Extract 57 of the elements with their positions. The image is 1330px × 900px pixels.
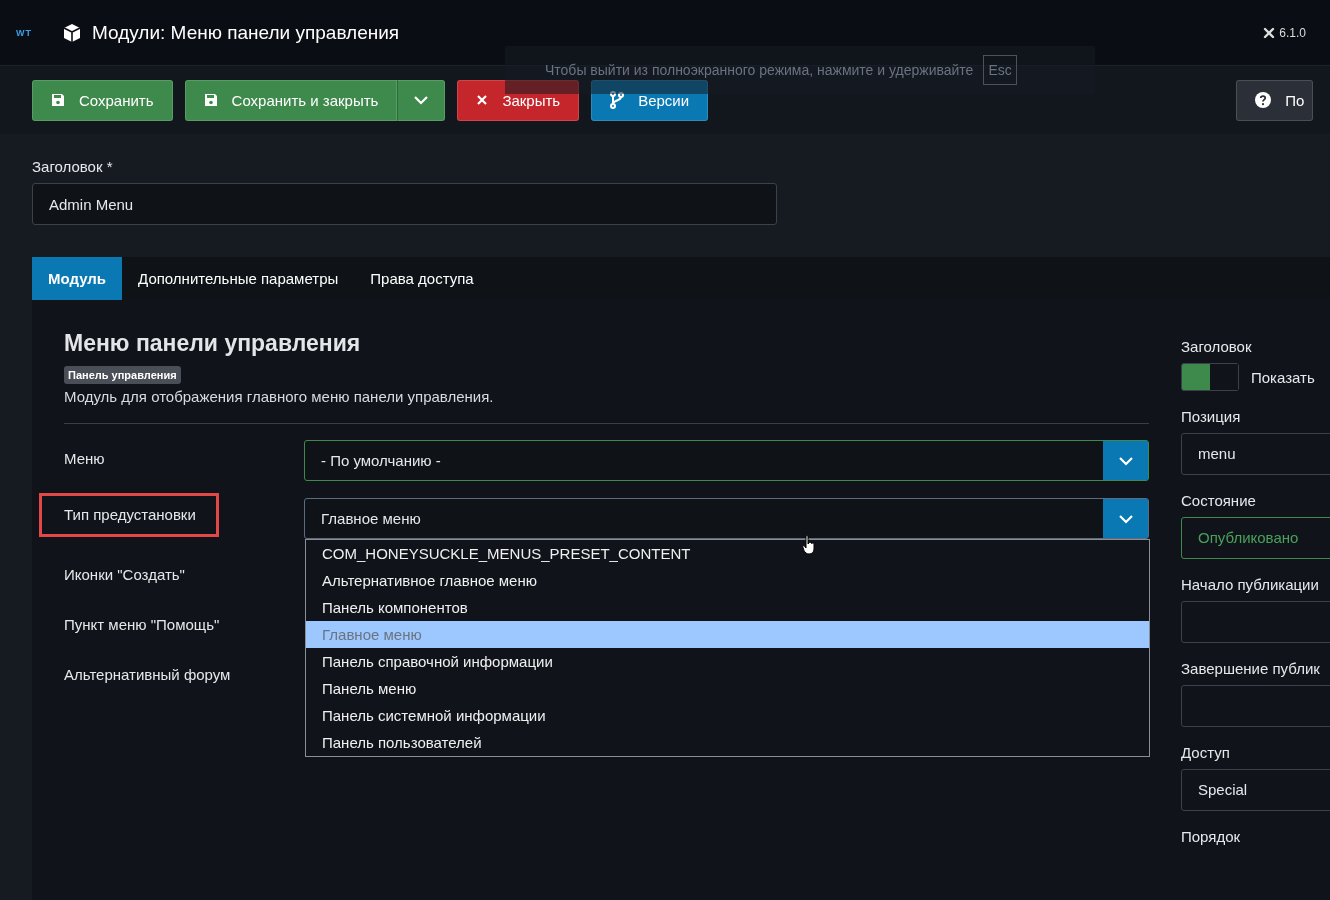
toggle-switch[interactable] xyxy=(1181,363,1239,391)
field-label: Завершение публик xyxy=(1181,660,1321,677)
dropdown-option[interactable]: Панель справочной информации xyxy=(306,648,1149,675)
field-label: Альтернативный форум xyxy=(64,665,231,685)
chevron-down-icon xyxy=(1118,513,1133,524)
notice-text: Чтобы выйти из полноэкранного режима, нажмите и удерживайте xyxy=(545,62,974,78)
field-label: Иконки "Создать" xyxy=(64,565,185,585)
tab[interactable]: Модуль xyxy=(32,257,123,300)
field-label: Меню xyxy=(64,449,105,469)
field-label: Начало публикации xyxy=(1181,576,1320,593)
field-label: Позиция xyxy=(1181,408,1242,425)
toggle-label: Показать xyxy=(1251,368,1315,386)
status-select[interactable]: Опубликовано xyxy=(1181,517,1330,559)
tab[interactable]: Права доступа xyxy=(354,257,490,300)
branch-icon xyxy=(610,91,625,109)
close-icon xyxy=(476,94,489,106)
dropdown-option[interactable]: Панель системной информации xyxy=(306,702,1149,729)
help-button[interactable]: По xyxy=(1236,79,1314,121)
dropdown-option[interactable]: COM_HONEYSUCKLE_MENUS_PRESET_CONTENT xyxy=(306,540,1149,567)
field-label: Тип предустановки xyxy=(42,496,216,534)
close-button[interactable]: Закрыть xyxy=(457,79,580,121)
cross-logo-icon xyxy=(1263,26,1276,39)
select-field[interactable]: - По умолчанию - xyxy=(304,440,1149,481)
dropdown-option[interactable]: Альтернативное главное меню xyxy=(306,567,1149,594)
dropdown-toggle-button[interactable] xyxy=(397,79,446,121)
dropdown-option[interactable]: Панель меню xyxy=(306,675,1149,702)
chevron-down-icon xyxy=(414,95,429,105)
module-description: Модуль для отображения главного меню панели управления. xyxy=(64,388,495,405)
dropdown-option[interactable]: Панель пользователей xyxy=(306,729,1149,756)
cube-icon xyxy=(62,22,82,43)
field-label: Доступ xyxy=(1181,744,1231,761)
field-label: Заголовок * xyxy=(32,158,114,175)
key-hint: Esc xyxy=(983,55,1017,85)
floppy-icon xyxy=(51,93,65,107)
logo: WT xyxy=(16,27,33,38)
field-label: Состояние xyxy=(1181,492,1257,509)
help-icon xyxy=(1255,92,1272,108)
versions-button[interactable]: Версии xyxy=(591,79,709,121)
dropdown-option[interactable]: Панель компонентов xyxy=(306,594,1149,621)
hand-cursor-icon xyxy=(802,535,816,555)
input-field[interactable] xyxy=(1181,601,1330,643)
input-field[interactable] xyxy=(1181,685,1330,727)
input-field[interactable]: Special xyxy=(1181,769,1330,811)
save-button[interactable]: Сохранить xyxy=(32,79,173,121)
save-close-button[interactable]: Сохранить и закрыть xyxy=(184,79,398,121)
field-label: Заголовок xyxy=(1181,338,1253,355)
module-heading: Меню панели управления xyxy=(64,330,362,357)
input-field[interactable]: menu xyxy=(1181,433,1330,475)
tab[interactable]: Дополнительные параметры xyxy=(122,257,355,300)
page-title: Модули: Меню панели управления xyxy=(92,21,400,44)
chevron-down-icon xyxy=(1118,455,1133,466)
title-field[interactable]: Admin Menu xyxy=(32,183,777,225)
floppy-icon xyxy=(203,93,218,107)
field-label: Порядок xyxy=(1181,828,1242,845)
field-label: Пункт меню "Помощь" xyxy=(64,615,220,635)
version-label: 6.1.0 xyxy=(1279,25,1306,40)
module-badge: Панель управления xyxy=(64,366,181,384)
